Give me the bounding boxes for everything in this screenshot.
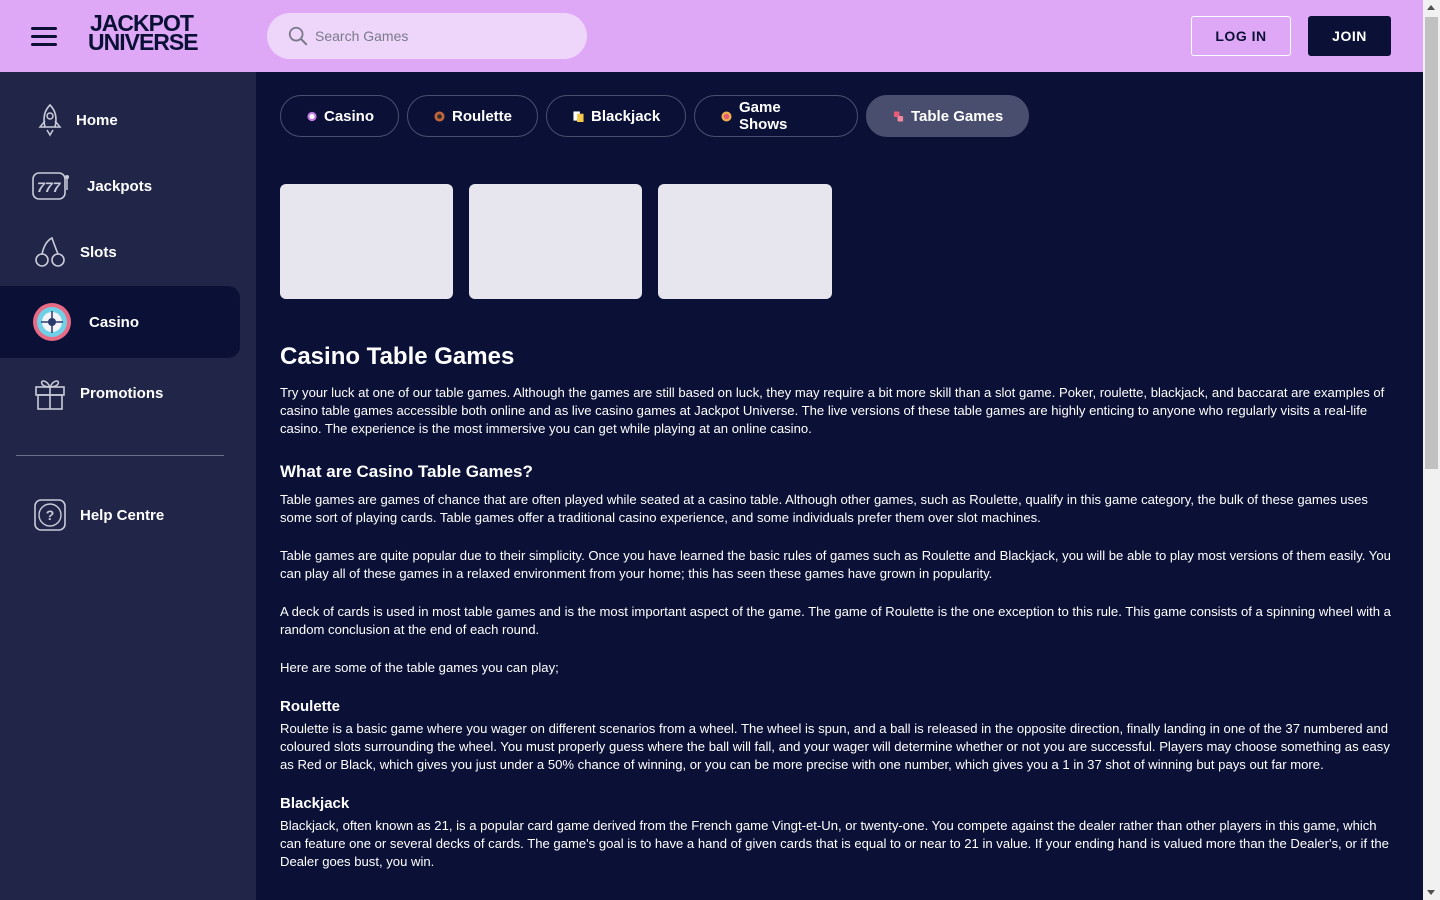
sidebar-item-label: Slots: [80, 243, 117, 261]
paragraph: Here are some of the table games you can…: [280, 660, 559, 675]
page-title: Casino Table Games: [280, 343, 515, 370]
sidebar-item-help[interactable]: ? Help Centre: [0, 479, 240, 551]
subsection-heading-roulette: Roulette: [280, 698, 340, 715]
rocket-icon: [30, 100, 70, 140]
paragraph: A deck of cards is used in most table ga…: [280, 604, 1391, 637]
top-header: JACKPOT UNIVERSE LOG IN JOIN: [0, 0, 1423, 72]
roulette-icon: [434, 110, 445, 122]
scroll-down-arrow-icon[interactable]: [1427, 890, 1435, 895]
sidebar-item-label: Promotions: [80, 384, 164, 402]
game-card[interactable]: [280, 184, 453, 299]
brand-line2: UNIVERSE: [88, 29, 199, 55]
tab-table-games[interactable]: Table Games: [866, 95, 1029, 137]
svg-text:?: ?: [46, 507, 55, 523]
tab-game-shows[interactable]: Game Shows: [694, 95, 858, 137]
gift-icon: [30, 373, 70, 413]
sidebar-item-home[interactable]: Home: [0, 84, 240, 156]
seo-article: Casino Table Games Try your luck at one …: [280, 342, 1400, 871]
scrollbar-thumb[interactable]: [1425, 17, 1438, 469]
sidebar-item-promotions[interactable]: Promotions: [0, 357, 240, 429]
tab-label: Blackjack: [591, 107, 661, 125]
paragraph: Blackjack, often known as 21, is a popul…: [280, 818, 1389, 869]
page-scrollbar[interactable]: [1423, 0, 1440, 900]
cards-icon: [573, 110, 584, 122]
svg-text:777: 777: [37, 179, 62, 195]
join-button[interactable]: JOIN: [1308, 16, 1391, 56]
sidebar: Home 777 Jackpots Slots Casino Promotion…: [0, 72, 256, 900]
sidebar-divider: [16, 455, 224, 456]
section-heading: What are Casino Table Games?: [280, 462, 533, 481]
tab-blackjack[interactable]: Blackjack: [546, 95, 686, 137]
game-card[interactable]: [658, 184, 832, 299]
paragraph: Roulette is a basic game where you wager…: [280, 721, 1390, 772]
paragraph: Table games are games of chance that are…: [280, 492, 1368, 525]
tab-label: Roulette: [452, 107, 512, 125]
roulette-wheel-icon: [32, 302, 72, 342]
sidebar-item-label: Help Centre: [80, 506, 165, 524]
casino-chip-icon: [307, 111, 317, 121]
brand-logo[interactable]: JACKPOT UNIVERSE: [88, 12, 238, 58]
sidebar-item-label: Jackpots: [87, 177, 153, 195]
tab-roulette[interactable]: Roulette: [407, 95, 538, 137]
tab-label: Table Games: [911, 107, 1004, 125]
tab-label: Game Shows: [738, 99, 788, 133]
search-icon: [288, 26, 308, 46]
tab-casino[interactable]: Casino: [280, 95, 399, 137]
search-input[interactable]: [315, 28, 565, 44]
game-show-icon: [721, 110, 732, 122]
search-bar[interactable]: [267, 13, 587, 59]
paragraph: Table games are quite popular due to the…: [280, 548, 1391, 581]
login-button[interactable]: LOG IN: [1191, 16, 1291, 56]
sidebar-item-slots[interactable]: Slots: [0, 216, 240, 288]
tab-label: Casino: [323, 107, 374, 125]
sidebar-item-label: Casino: [89, 313, 140, 331]
dice-icon: [893, 110, 904, 122]
category-tabs: Casino Roulette Blackjack Game Shows Tab…: [280, 95, 1037, 137]
sidebar-item-casino[interactable]: Casino: [0, 286, 240, 358]
sidebar-item-label: Home: [76, 111, 118, 129]
subsection-heading-blackjack: Blackjack: [280, 795, 350, 812]
cherries-icon: [30, 232, 70, 272]
help-question-icon: ?: [30, 495, 70, 535]
sidebar-item-jackpots[interactable]: 777 Jackpots: [0, 150, 240, 222]
scroll-up-arrow-icon[interactable]: [1427, 5, 1435, 10]
game-card[interactable]: [469, 184, 642, 299]
hamburger-menu-icon[interactable]: [31, 25, 57, 47]
intro-paragraph: Try your luck at one of our table games.…: [280, 385, 1385, 436]
main-content: Casino Roulette Blackjack Game Shows Tab…: [256, 72, 1423, 900]
slot-machine-777-icon: 777: [30, 166, 72, 206]
game-cards-row: [280, 184, 848, 299]
